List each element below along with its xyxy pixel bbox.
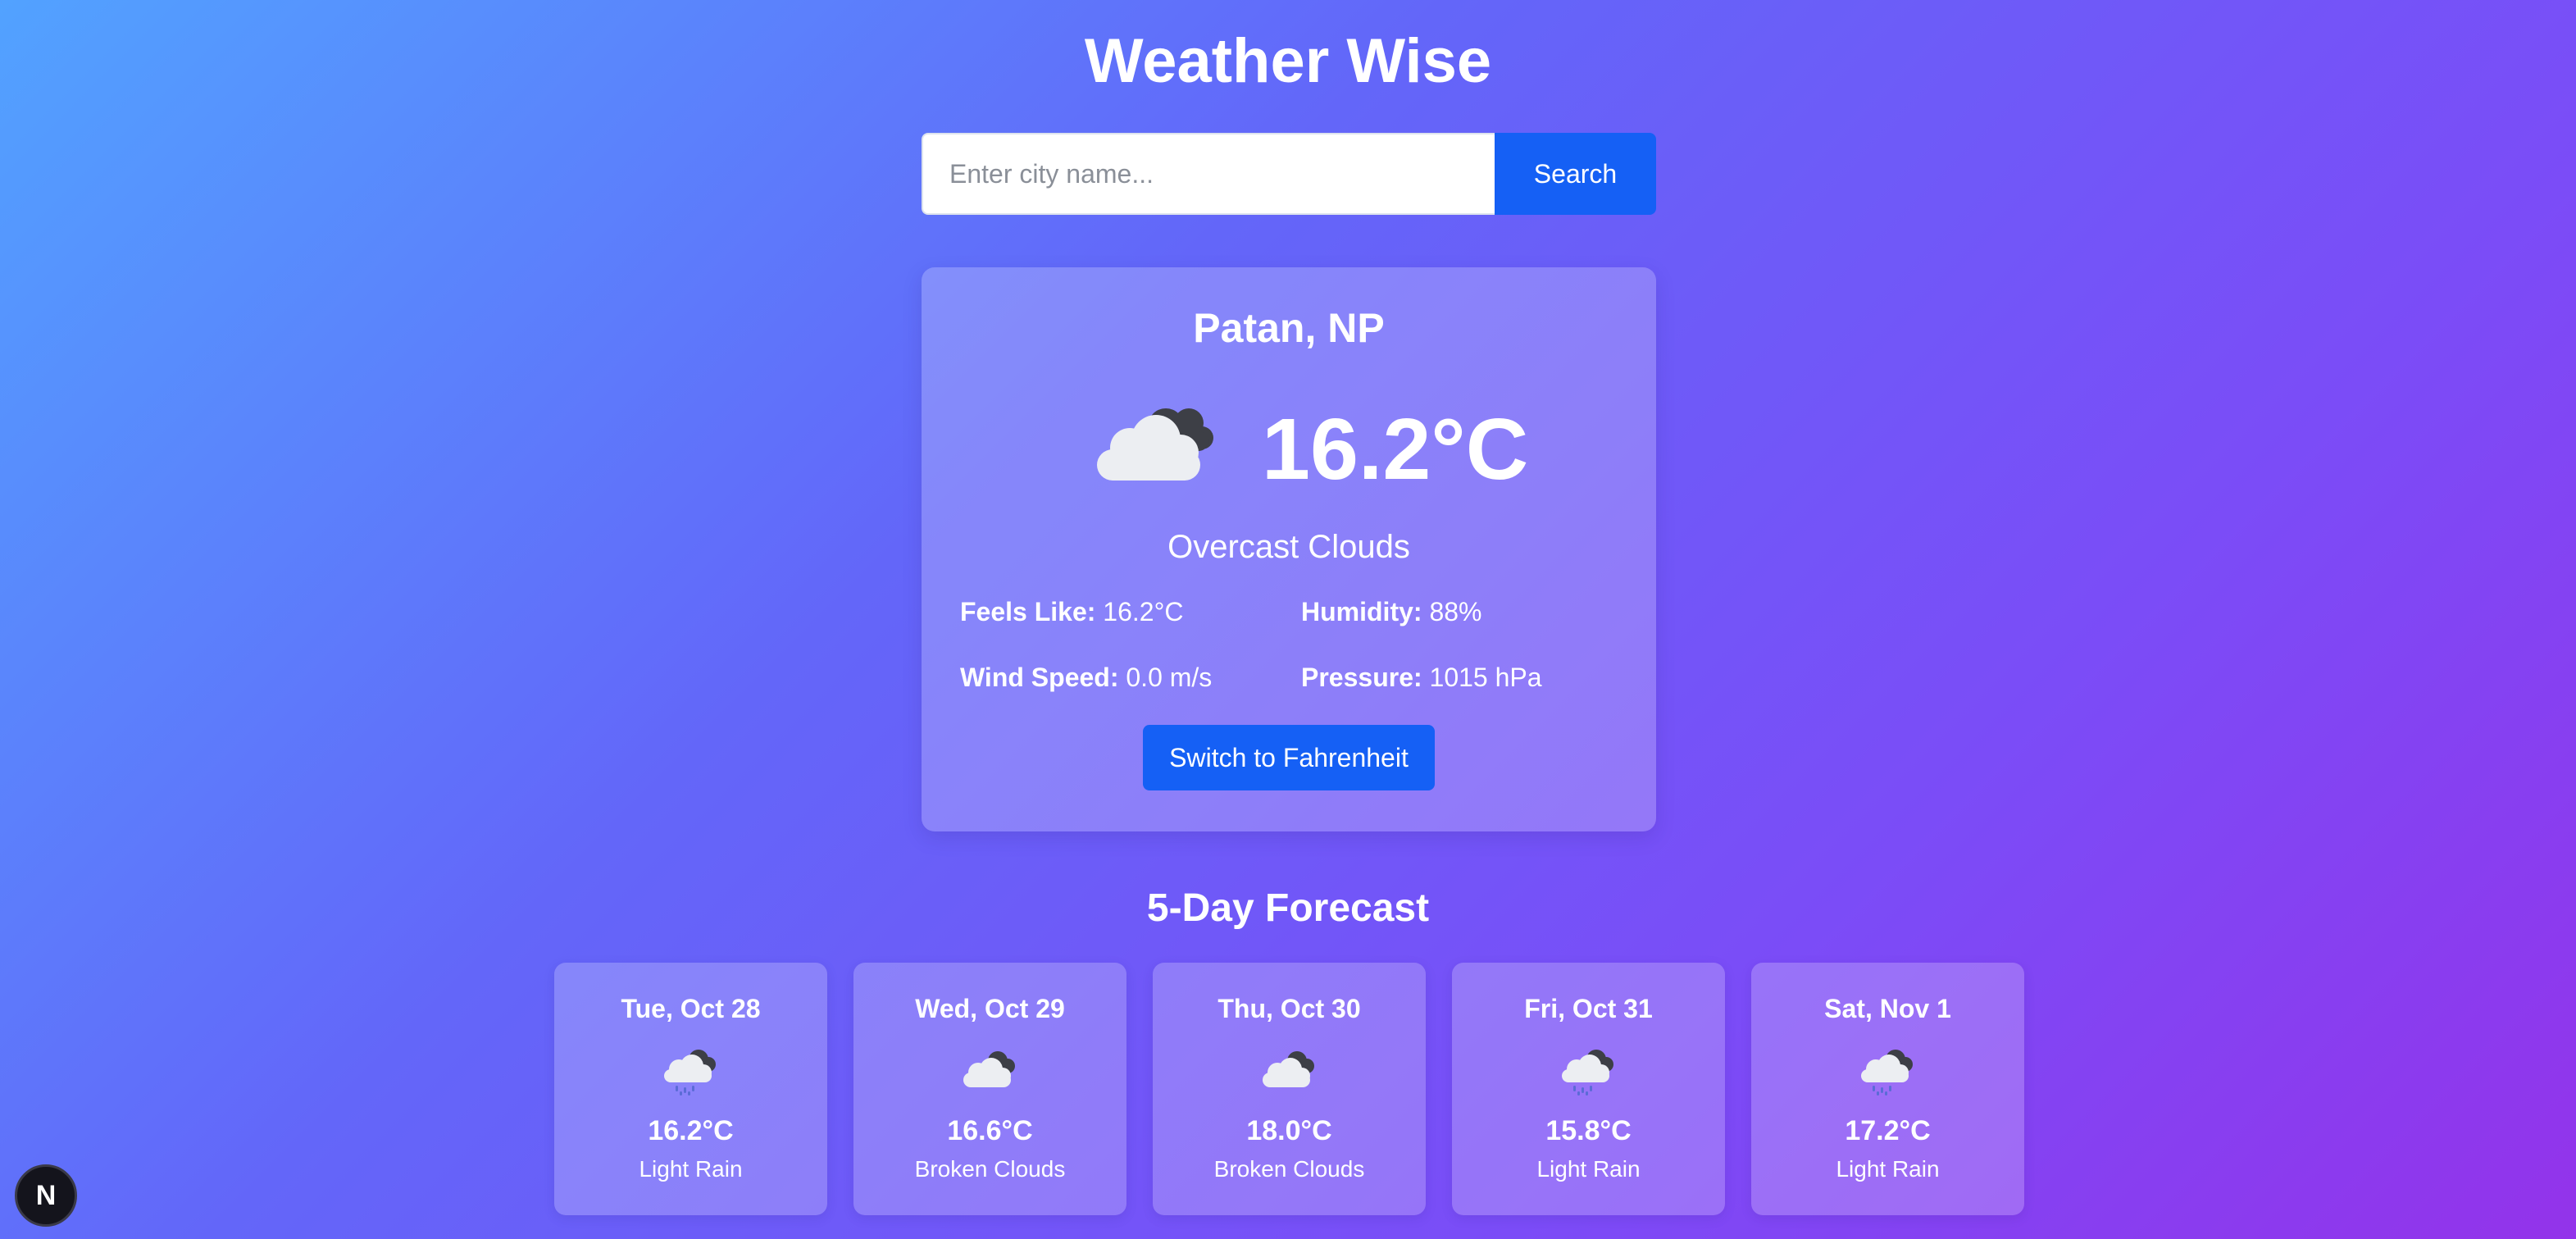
detail-label: Feels Like: [960, 597, 1096, 626]
detail-pressure: Pressure: 1015 hPa [1301, 661, 1542, 694]
forecast-temperature: 17.2°C [1845, 1115, 1931, 1146]
rain-cloud-icon [664, 1050, 716, 1096]
forecast-date: Wed, Oct 29 [915, 994, 1065, 1023]
forecast-description: Broken Clouds [1213, 1156, 1365, 1182]
badge-letter: N [35, 1179, 57, 1211]
current-main-row: 16.2°C [922, 399, 1656, 530]
current-weather-card: Patan, NP 16.2°C Overcast Clouds Feels L… [922, 267, 1656, 831]
forecast-date: Tue, Oct 28 [621, 994, 761, 1023]
detail-feels-like: Feels Like: 16.2°C [960, 595, 1183, 628]
forecast-list: Tue, Oct 28 16.2°C Light Rain Wed, Oct 2… [554, 963, 2024, 1215]
forecast-card: Sat, Nov 1 17.2°C Light Rain [1751, 963, 2024, 1215]
forecast-description: Broken Clouds [914, 1156, 1066, 1182]
forecast-temperature: 18.0°C [1246, 1115, 1332, 1146]
weather-condition: Overcast Clouds [1167, 529, 1410, 565]
broken-clouds-icon [1263, 1051, 1314, 1087]
search-bar: Search [922, 133, 1656, 215]
detail-value: 0.0 m/s [1126, 663, 1213, 692]
forecast-card: Wed, Oct 29 16.6°C Broken Clouds [853, 963, 1126, 1215]
forecast-description: Light Rain [1836, 1156, 1940, 1182]
detail-value: 16.2°C [1103, 597, 1184, 626]
detail-label: Wind Speed: [960, 663, 1119, 692]
search-button[interactable]: Search [1495, 133, 1656, 215]
broken-clouds-icon [1097, 408, 1213, 481]
detail-humidity: Humidity: 88% [1301, 595, 1481, 628]
forecast-date: Thu, Oct 30 [1217, 994, 1361, 1023]
rain-cloud-icon [1562, 1050, 1613, 1096]
city-search-input[interactable] [922, 133, 1495, 215]
rain-cloud-icon [1861, 1050, 1913, 1096]
forecast-temperature: 16.6°C [947, 1115, 1033, 1146]
detail-value: 88% [1429, 597, 1482, 626]
nextjs-logo-icon[interactable]: N [15, 1164, 77, 1227]
forecast-date: Sat, Nov 1 [1824, 994, 1951, 1023]
detail-wind-speed: Wind Speed: 0.0 m/s [960, 661, 1212, 694]
broken-clouds-icon [963, 1051, 1015, 1087]
forecast-date: Fri, Oct 31 [1524, 994, 1653, 1023]
detail-label: Humidity: [1301, 597, 1422, 626]
detail-value: 1015 hPa [1429, 663, 1542, 692]
app-title: Weather Wise [1084, 26, 1492, 96]
forecast-title: 5-Day Forecast [1146, 886, 1430, 930]
forecast-description: Light Rain [1536, 1156, 1641, 1182]
current-temperature: 16.2°C [1262, 401, 1529, 498]
forecast-temperature: 16.2°C [648, 1115, 734, 1146]
forecast-temperature: 15.8°C [1545, 1115, 1632, 1146]
forecast-card: Fri, Oct 31 15.8°C Light Rain [1452, 963, 1725, 1215]
location-name: Patan, NP [1193, 305, 1385, 351]
unit-toggle-button[interactable]: Switch to Fahrenheit [1143, 725, 1435, 790]
forecast-description: Light Rain [639, 1156, 743, 1182]
detail-label: Pressure: [1301, 663, 1422, 692]
forecast-card: Tue, Oct 28 16.2°C Light Rain [554, 963, 827, 1215]
forecast-card: Thu, Oct 30 18.0°C Broken Clouds [1153, 963, 1426, 1215]
